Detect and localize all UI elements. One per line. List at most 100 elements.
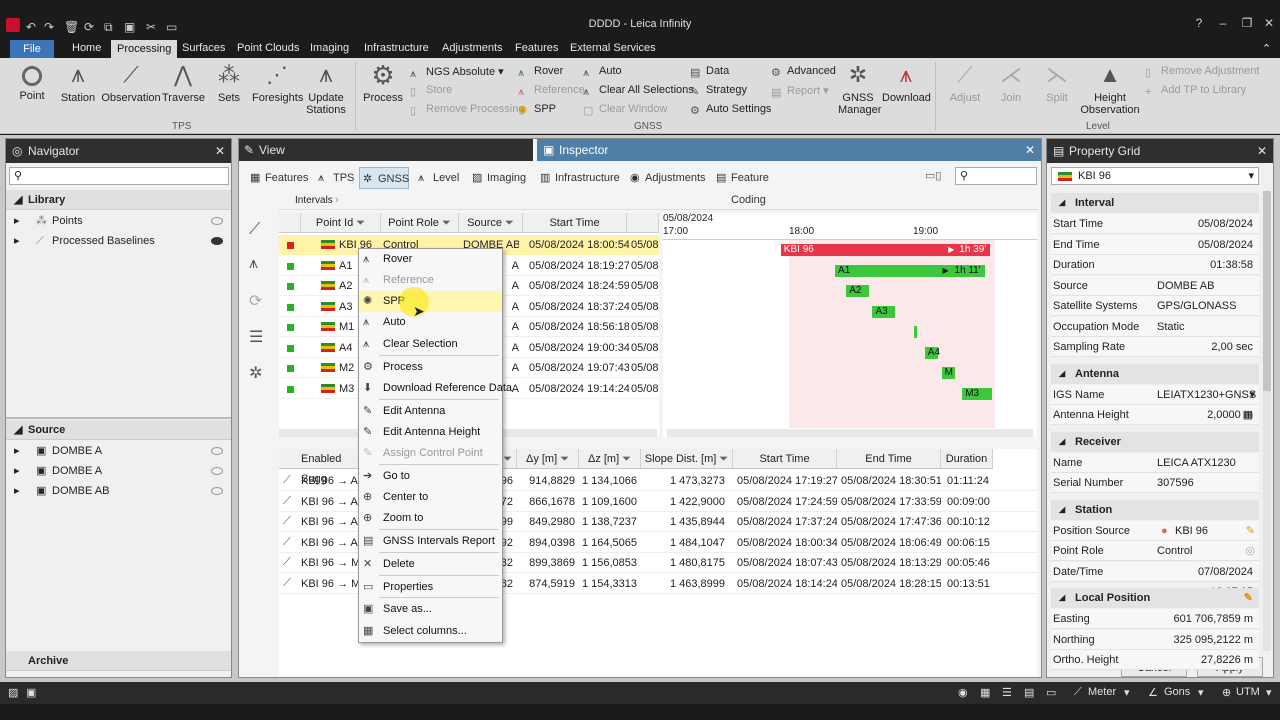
tab-feature-coding[interactable]: ▤ Feature Coding [713, 167, 803, 206]
chevron-down-icon[interactable]: ▾ [1124, 686, 1130, 699]
property-row[interactable]: Date/Time07/08/2024 18:07:05 [1051, 561, 1259, 598]
menu-adjustments[interactable]: Adjustments [442, 42, 503, 54]
menu-infrastructure[interactable]: Infrastructure [364, 42, 429, 54]
property-row[interactable]: Serial Number 307596 [1051, 473, 1259, 493]
visibility-icon[interactable] [211, 467, 223, 475]
inspector-header[interactable]: ▣ Inspector ✕ [537, 139, 1041, 161]
tab-gnss[interactable]: ✲ GNSS [359, 167, 409, 189]
intervals-icon[interactable]: ☰ [249, 327, 263, 347]
column-header-start-time[interactable]: Start Time [523, 213, 627, 233]
status-icon[interactable]: ▨ [8, 686, 18, 699]
update-stations-button[interactable]: ⩚ Update Stations [304, 62, 348, 117]
context-menu-item-process[interactable]: ⚙ Process [359, 357, 502, 378]
chevron-down-icon[interactable]: ▾ [1249, 385, 1255, 405]
menu-imaging[interactable]: Imaging [310, 42, 349, 54]
visibility-icon[interactable] [211, 237, 223, 245]
property-row[interactable]: Ortho. Height 27,8226 m [1051, 650, 1259, 670]
filter-icon[interactable]: ⏷ [505, 217, 514, 229]
visibility-icon[interactable] [211, 447, 223, 455]
property-row[interactable]: Duration 01:38:58 [1051, 255, 1259, 275]
tree-item-points[interactable]: ▸ ⁂ Points [6, 211, 231, 231]
reference-button[interactable]: ⩚ Reference [518, 84, 585, 98]
property-row[interactable]: Easting 601 706,7859 m [1051, 609, 1259, 629]
split-button[interactable]: ⋋ Split [1042, 62, 1072, 104]
filter-icon[interactable]: ⏷ [560, 453, 569, 465]
column-header-duration[interactable]: Duration [941, 449, 993, 469]
timeline-scrollbar[interactable] [667, 429, 1033, 437]
rover-button[interactable]: ⩚ Rover [518, 65, 563, 79]
filter-icon[interactable]: ⏷ [442, 217, 451, 229]
column-header-point-id[interactable]: Point Id ⏷ [301, 213, 381, 233]
property-row[interactable]: Source DOMBE AB [1051, 275, 1259, 296]
vertical-scrollbar[interactable] [1263, 191, 1271, 651]
filter-icon[interactable]: ⏷ [356, 217, 365, 229]
context-menu-item-auto[interactable]: ⩚ Auto [359, 312, 502, 333]
angle-unit-selector[interactable]: Gons [1164, 686, 1190, 698]
tab-adjustments[interactable]: ◉ Adjustments [627, 167, 707, 189]
tab-tps[interactable]: ⩚ TPS [315, 167, 355, 189]
close-icon[interactable]: ✕ [1257, 139, 1267, 163]
auto-button[interactable]: ⩚ Auto [583, 65, 622, 79]
column-header-source[interactable]: Source ⏷ [459, 213, 523, 233]
observation-button[interactable]: ⟋ Observation [100, 62, 162, 104]
section-receiver-header[interactable]: Receiver ◢ [1051, 431, 1259, 452]
context-menu-item-select-columns[interactable]: ▦ Select columns... [359, 621, 502, 642]
minimize-button[interactable]: – [1212, 16, 1234, 32]
tree-item-source[interactable]: ▸ ▣ DOMBE A [6, 441, 231, 461]
inspector-search-input[interactable]: ⚲ [955, 167, 1037, 185]
pencil-icon[interactable]: ✎ [1246, 521, 1255, 541]
property-row[interactable]: End Time05/08/2024 19:39:51 [1051, 234, 1259, 271]
clear-all-selections-button[interactable]: ⩚ Clear All Selections [583, 84, 694, 98]
context-menu-item-clear-selection[interactable]: ⩚ Clear Selection [359, 334, 502, 355]
property-row[interactable]: Northing 325 095,2122 m [1051, 629, 1259, 650]
context-menu-item-gnss-intervals-report[interactable]: ▤ GNSS Intervals Report [359, 531, 502, 552]
context-menu-item-edit-antenna-height[interactable]: ✎ Edit Antenna Height [359, 422, 502, 443]
strategy-button[interactable]: ✎ Strategy [690, 84, 747, 98]
snap-icon[interactable]: ◉ [958, 686, 968, 699]
sets-button[interactable]: ⁂ Sets [212, 62, 246, 104]
context-menu-item-properties[interactable]: ▭ Properties [359, 577, 502, 598]
filter-icon[interactable]: ⏷ [503, 453, 512, 465]
property-row[interactable]: Sampling Rate 2,00 sec [1051, 337, 1259, 357]
list-icon[interactable]: ▤ [1024, 686, 1034, 699]
timeline-bar[interactable]: M3 [962, 387, 993, 400]
context-menu-item-center-to[interactable]: ⊕ Center to [359, 487, 502, 508]
chevron-down-icon[interactable]: ▾ [1198, 686, 1204, 699]
tab-level[interactable]: ⩚ Level [415, 167, 461, 189]
ngs-absolute-button[interactable]: ⩚ NGS Absolute ▾ [410, 65, 504, 80]
filter-icon[interactable]: ⏷ [622, 453, 631, 465]
timeline-bar[interactable]: M [941, 367, 955, 379]
satellite-icon[interactable]: ✲ [249, 363, 262, 383]
unit-selector[interactable]: Meter [1088, 686, 1116, 698]
grid-icon[interactable]: ▦ [980, 686, 990, 699]
projection-selector[interactable]: UTM [1236, 686, 1260, 698]
menu-external-services[interactable]: External Services [570, 42, 656, 54]
foresights-button[interactable]: ⋰ Foresights [252, 62, 303, 104]
property-row[interactable]: Antenna Height 2,0000 m ▦ [1051, 405, 1259, 425]
image-icon[interactable]: ▣ [26, 686, 36, 699]
auto-settings-button[interactable]: ⚙ Auto Settings [690, 103, 771, 117]
menu-processing[interactable]: Processing [111, 40, 178, 58]
property-row[interactable]: Satellite Systems GPS/GLONASS [1051, 296, 1259, 316]
section-interval-header[interactable]: Interval ◢ [1051, 193, 1259, 213]
clear-window-button[interactable]: ▢ Clear Window [583, 103, 667, 117]
timeline-bar[interactable] [913, 326, 918, 338]
spp-button[interactable]: ✺ SPP [518, 103, 556, 117]
maximize-button[interactable]: ❐ [1236, 16, 1258, 32]
menu-features[interactable]: Features [515, 42, 558, 54]
view-header[interactable]: ✎ View [239, 139, 533, 161]
close-icon[interactable]: ✕ [215, 139, 225, 163]
split-view-icon[interactable]: ▭▯ [925, 169, 941, 182]
baseline-icon[interactable]: ⟋ [249, 221, 260, 239]
station-button[interactable]: ⩚ Station [58, 62, 98, 105]
calculator-icon[interactable]: ▦ [1243, 405, 1253, 425]
timeline-bar[interactable]: A3 [872, 305, 895, 318]
menu-file[interactable]: File [10, 40, 54, 58]
menu-point-clouds[interactable]: Point Clouds [237, 42, 299, 54]
property-row[interactable]: Name LEICA ATX1230 [1051, 452, 1259, 473]
archive-header[interactable]: Archive [6, 651, 231, 671]
splitter[interactable] [6, 417, 231, 419]
section-local-header[interactable]: Local Position ◢ ✎ [1051, 588, 1259, 608]
property-row[interactable]: Occupation Mode Static [1051, 316, 1259, 337]
report-button[interactable]: ▤ Report ▾ [771, 84, 829, 99]
